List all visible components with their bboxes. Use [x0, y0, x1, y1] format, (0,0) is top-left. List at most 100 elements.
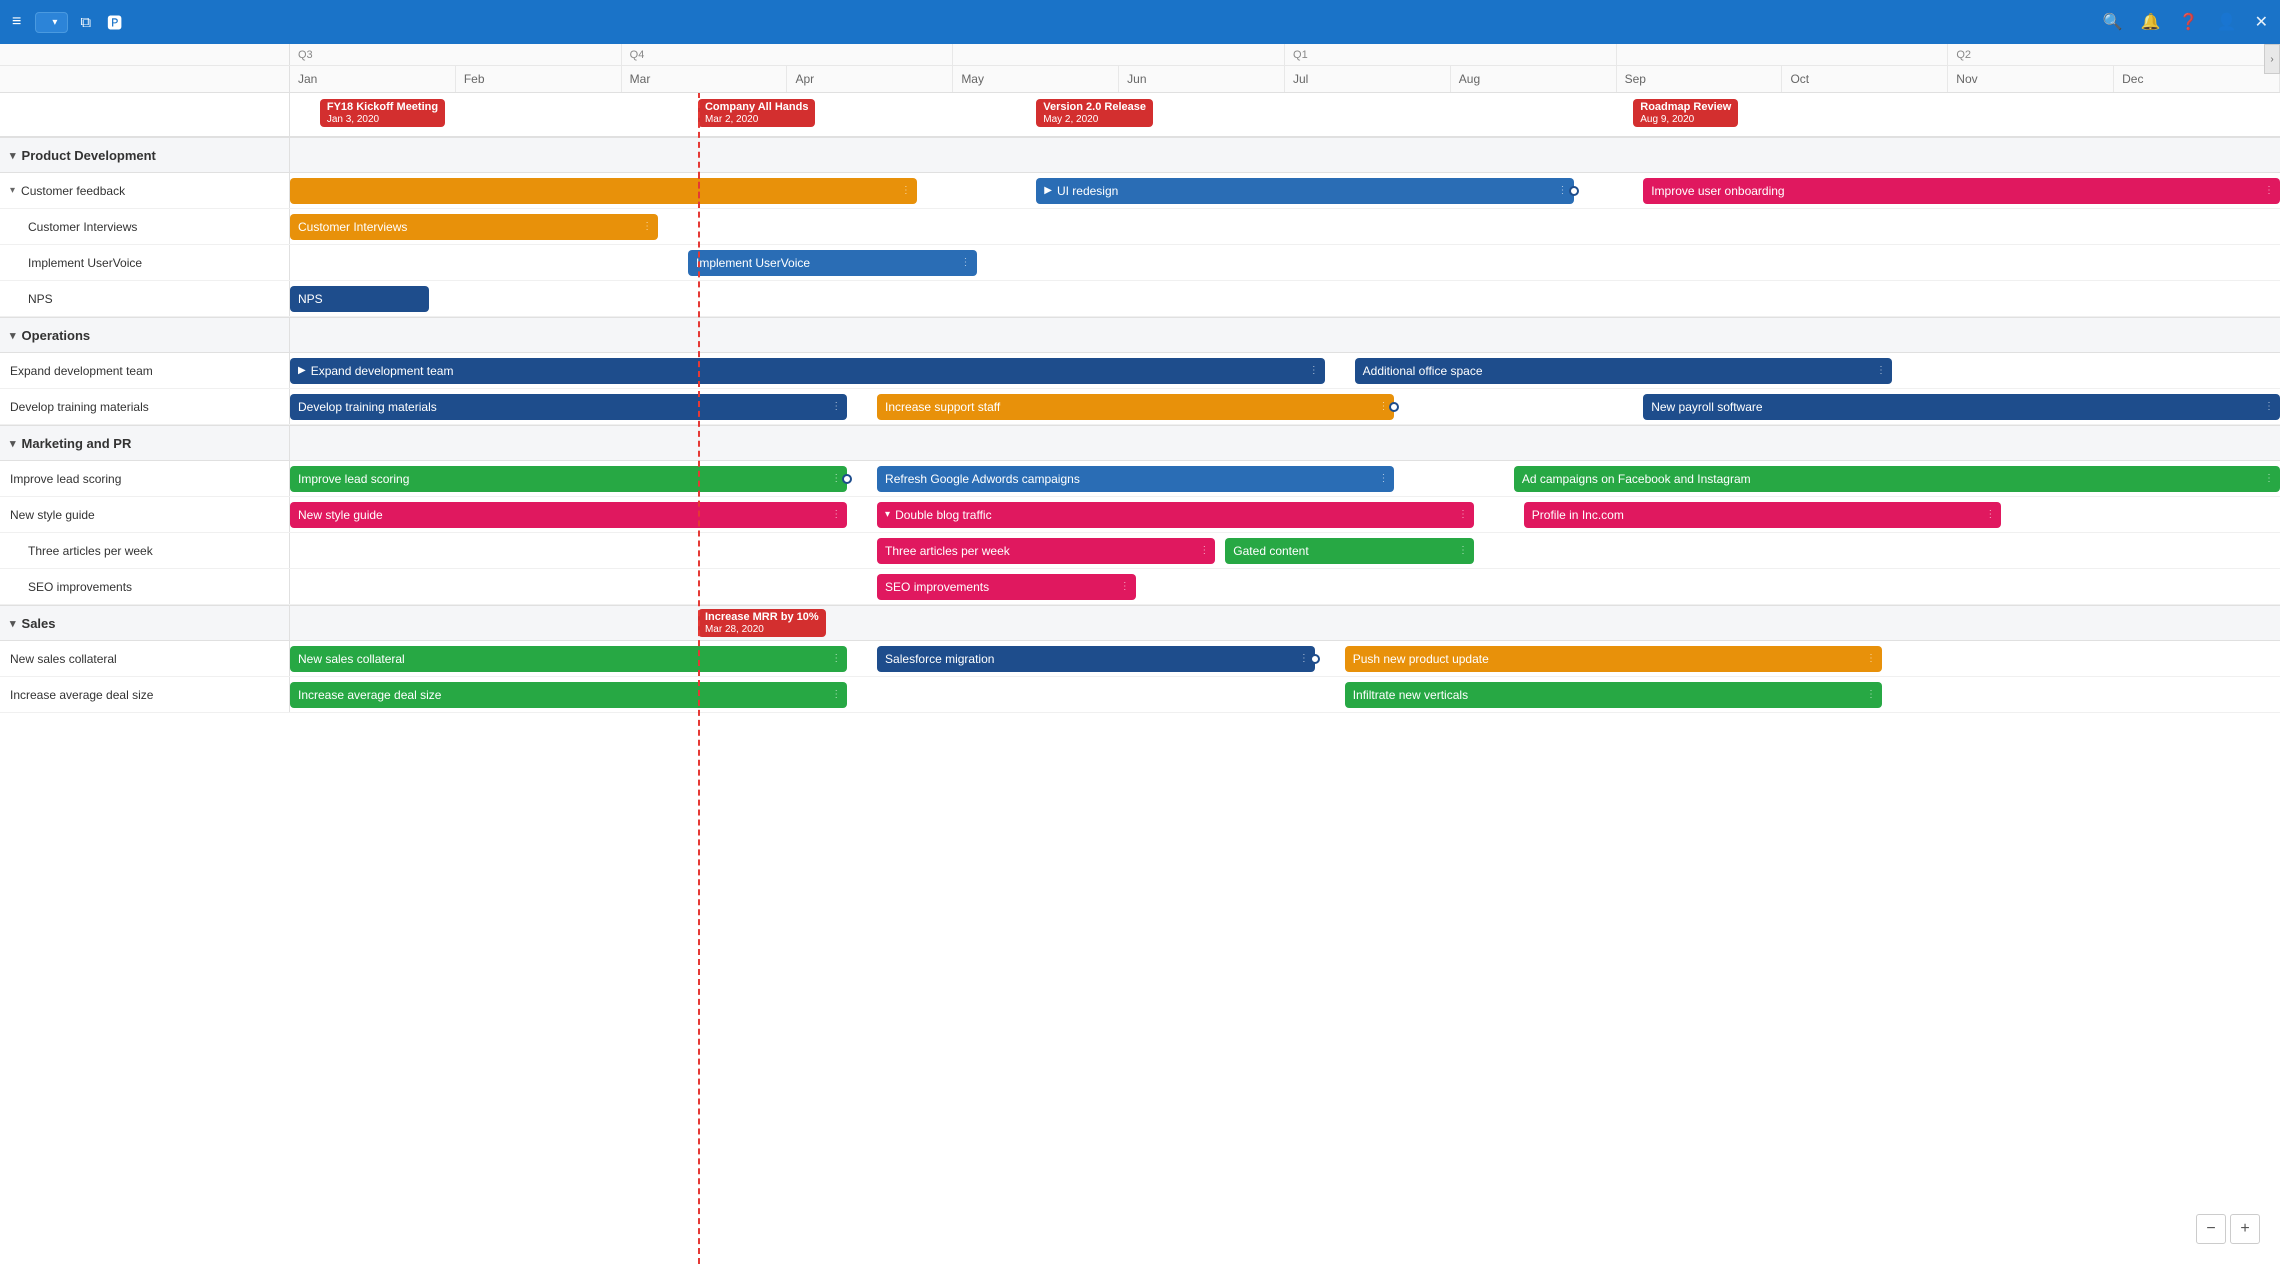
group-header-3[interactable]: ▾ SalesIncrease MRR by 10%Mar 28, 2020	[0, 605, 2280, 641]
bar-handle: ⋮	[1985, 509, 1995, 520]
bar-handle: ⋮	[831, 473, 841, 484]
quarter-q3: Q3	[290, 44, 622, 65]
group-header-1[interactable]: ▾ Operations	[0, 317, 2280, 353]
bar-label: Three articles per week	[885, 544, 1010, 558]
bar-2-0-2[interactable]: Ad campaigns on Facebook and Instagram ⋮	[1514, 466, 2280, 492]
timeline-container[interactable]: Q3 Q4 Q1 Q2 Jan Feb Mar Apr May Jun Jul …	[0, 44, 2280, 1264]
bar-1-1-0[interactable]: Develop training materials⋮	[290, 394, 847, 420]
bar-handle: ⋮	[2264, 473, 2274, 484]
zoom-in-button[interactable]: +	[2230, 1214, 2260, 1244]
quarter-row: Q3 Q4 Q1 Q2	[0, 44, 2280, 66]
month-jan: Jan	[290, 66, 456, 92]
bar-handle: ⋮	[1866, 653, 1876, 664]
row-label-0-1: Customer Interviews	[0, 209, 290, 244]
bar-0-3-0[interactable]: NPS	[290, 286, 429, 312]
bar-0-0-2[interactable]: Improve user onboarding⋮	[1643, 178, 2280, 204]
bar-3-0-2[interactable]: Push new product update⋮	[1345, 646, 1882, 672]
search-icon[interactable]: 🔍	[2103, 12, 2123, 32]
month-mar: Mar	[622, 66, 788, 92]
sales-milestone[interactable]: Increase MRR by 10%Mar 28, 2020	[698, 609, 826, 637]
gantt-area-0-3: NPS	[290, 281, 2280, 316]
bar-handle: ⋮	[1378, 401, 1388, 412]
milestone-marker[interactable]: Roadmap ReviewAug 9, 2020	[1633, 99, 1738, 127]
bar-handle: ⋮	[1309, 365, 1319, 376]
month-aug: Aug	[1451, 66, 1617, 92]
bar-2-2-1[interactable]: Gated content⋮	[1225, 538, 1474, 564]
bar-1-0-1[interactable]: Additional office space ⋮	[1355, 358, 1892, 384]
header-left: ≡ ▾ ⧉ 🅿	[12, 8, 126, 37]
gantt-content: FY18 Kickoff MeetingJan 3, 2020 Company A…	[0, 93, 2280, 713]
milestone-marker[interactable]: Company All HandsMar 2, 2020	[698, 99, 816, 127]
gantt-area-1-1: Develop training materials⋮Increase supp…	[290, 389, 2280, 424]
row-2-3: SEO improvements SEO improvements⋮	[0, 569, 2280, 605]
zoom-out-button[interactable]: −	[2196, 1214, 2226, 1244]
gantt-area-0-2: Implement UserVoice⋮	[290, 245, 2280, 280]
bar-2-2-0[interactable]: Three articles per week⋮	[877, 538, 1215, 564]
row-2-2: Three articles per weekThree articles pe…	[0, 533, 2280, 569]
bar-1-1-2[interactable]: New payroll software⋮	[1643, 394, 2280, 420]
bar-handle: ⋮	[1120, 581, 1130, 592]
bar-label: Double blog traffic	[895, 508, 992, 522]
bar-2-1-1[interactable]: ▾Double blog traffic⋮	[877, 502, 1474, 528]
bar-label: Increase support staff	[885, 400, 1000, 414]
right-collapse-button[interactable]: ›	[2264, 44, 2280, 74]
bar-2-1-2[interactable]: Profile in Inc.com⋮	[1524, 502, 2002, 528]
quarter-q1: Q1	[1285, 44, 1617, 65]
bar-label: Salesforce migration	[885, 652, 994, 666]
group-header-0[interactable]: ▾ Product Development	[0, 137, 2280, 173]
menu-icon[interactable]: ≡	[12, 13, 21, 31]
bar-2-0-0[interactable]: Improve lead scoring⋮	[290, 466, 847, 492]
app-header: ≡ ▾ ⧉ 🅿 🔍 🔔 ❓ 👤 ✕	[0, 0, 2280, 44]
bar-3-1-1[interactable]: Infiltrate new verticals⋮	[1345, 682, 1882, 708]
bar-2-3-0[interactable]: SEO improvements⋮	[877, 574, 1136, 600]
milestone-row: FY18 Kickoff MeetingJan 3, 2020 Company A…	[0, 93, 2280, 137]
group-label-0: ▾ Product Development	[0, 138, 290, 172]
bar-3-0-1[interactable]: Salesforce migration ⋮	[877, 646, 1315, 672]
bar-2-1-0[interactable]: New style guide⋮	[290, 502, 847, 528]
milestone-marker[interactable]: Version 2.0 ReleaseMay 2, 2020	[1036, 99, 1153, 127]
bar-label: Develop training materials	[298, 400, 437, 414]
month-feb: Feb	[456, 66, 622, 92]
bar-0-1-0[interactable]: Customer Interviews⋮	[290, 214, 658, 240]
bar-collapse-icon: ▾	[885, 509, 890, 520]
row-1-1: Develop training materialsDevelop traini…	[0, 389, 2280, 425]
bar-1-0-0[interactable]: ▶Expand development team⋮	[290, 358, 1325, 384]
group-label-2: ▾ Marketing and PR	[0, 426, 290, 460]
chevron-down-icon: ▾	[10, 329, 16, 342]
bar-handle: ⋮	[1299, 653, 1309, 664]
copy-button[interactable]: ⧉	[76, 10, 95, 35]
bar-label: New sales collateral	[298, 652, 405, 666]
quarter-blank1	[953, 44, 1285, 65]
bar-label: Ad campaigns on Facebook and Instagram	[1522, 472, 1751, 486]
milestone-marker[interactable]: FY18 Kickoff MeetingJan 3, 2020	[320, 99, 445, 127]
group-header-2[interactable]: ▾ Marketing and PR	[0, 425, 2280, 461]
bar-label: New style guide	[298, 508, 383, 522]
bar-handle: ⋮	[1876, 365, 1886, 376]
month-sep: Sep	[1617, 66, 1783, 92]
bar-3-1-0[interactable]: Increase average deal size⋮	[290, 682, 847, 708]
bar-3-0-0[interactable]: New sales collateral⋮	[290, 646, 847, 672]
month-apr: Apr	[787, 66, 953, 92]
milestone-gantt-area: FY18 Kickoff MeetingJan 3, 2020 Company A…	[290, 93, 2280, 136]
app-logo[interactable]: ≡	[12, 13, 27, 31]
bar-0-0-0[interactable]: ⋮	[290, 178, 917, 204]
gantt-area-2-3: SEO improvements⋮	[290, 569, 2280, 604]
bar-0-2-0[interactable]: Implement UserVoice⋮	[688, 250, 977, 276]
row-2-1: New style guideNew style guide⋮ ▾ Double b…	[0, 497, 2280, 533]
row-label-2-3: SEO improvements	[0, 569, 290, 604]
bar-2-0-1[interactable]: Refresh Google Adwords campaigns⋮	[877, 466, 1394, 492]
bar-label: Additional office space	[1363, 364, 1483, 378]
user-icon[interactable]: 👤	[2217, 12, 2237, 32]
help-icon[interactable]: ❓	[2179, 12, 2199, 32]
bar-1-1-1[interactable]: Increase support staff ⋮	[877, 394, 1394, 420]
bar-handle: ⋮	[2264, 185, 2274, 196]
roadmap-title-pill[interactable]: ▾	[35, 12, 68, 33]
close-icon[interactable]: ✕	[2255, 12, 2268, 32]
quarter-q4: Q4	[622, 44, 954, 65]
bar-0-0-1[interactable]: ▶UI redesign⋮	[1036, 178, 1573, 204]
bell-icon[interactable]: 🔔	[2141, 12, 2161, 32]
bar-label: New payroll software	[1651, 400, 1762, 414]
bar-label: NPS	[298, 292, 323, 306]
milestone-label-space	[0, 93, 290, 136]
save-button[interactable]: 🅿	[103, 8, 126, 37]
